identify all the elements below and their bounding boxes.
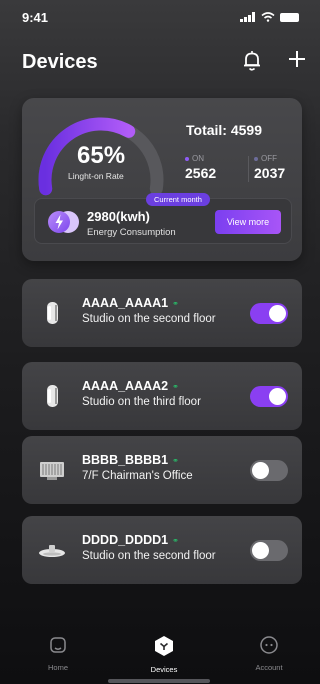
account-icon bbox=[260, 636, 278, 654]
device-name-row: AAAA_AAAA2 ⚭ bbox=[82, 379, 179, 393]
floodlight-icon bbox=[40, 462, 64, 480]
device-name-row: BBBB_BBBB1 ⚭ bbox=[82, 453, 179, 467]
device-location: Studio on the third floor bbox=[82, 396, 201, 408]
energy-value: 2980(kwh) bbox=[87, 209, 150, 224]
toggle-knob bbox=[252, 462, 269, 479]
battery-icon bbox=[280, 12, 299, 22]
off-value: 2037 bbox=[254, 165, 286, 181]
device-name: DDDD_DDDD1 bbox=[82, 533, 169, 547]
device-name-row: AAAA_AAAA1 ⚭ bbox=[82, 296, 179, 310]
toggle-knob bbox=[269, 305, 286, 322]
home-icon bbox=[50, 637, 66, 653]
device-card[interactable]: BBBB_BBBB1 ⚭ 7/F Chairman's Office bbox=[22, 436, 302, 504]
tab-bar: Home Devices Account bbox=[0, 625, 317, 684]
device-name: AAAA_AAAA1 bbox=[82, 296, 169, 310]
wifi-icon bbox=[261, 12, 275, 22]
off-stat: OFF 2037 bbox=[254, 154, 285, 181]
online-link-icon: ⚭ bbox=[172, 455, 179, 465]
add-icon[interactable] bbox=[286, 48, 308, 70]
device-power-toggle[interactable] bbox=[250, 303, 288, 324]
view-more-button[interactable]: View more bbox=[215, 210, 281, 234]
rate-label: Linght-on Rate bbox=[68, 171, 124, 181]
tab-home[interactable]: Home bbox=[28, 635, 88, 672]
on-dot-icon bbox=[185, 156, 189, 161]
on-stat: ON 2562 bbox=[185, 154, 216, 181]
tab-devices-label: Devices bbox=[150, 665, 178, 674]
tab-account-label: Account bbox=[255, 663, 283, 672]
device-power-toggle[interactable] bbox=[250, 460, 288, 481]
toggle-knob bbox=[252, 542, 269, 559]
device-power-toggle[interactable] bbox=[250, 540, 288, 561]
device-name: BBBB_BBBB1 bbox=[82, 453, 169, 467]
header: Devices bbox=[0, 46, 317, 80]
off-label: OFF bbox=[261, 154, 277, 163]
current-month-tag: Current month bbox=[146, 193, 210, 206]
device-location: Studio on the second floor bbox=[82, 550, 216, 562]
device-card[interactable]: AAAA_AAAA1 ⚭ Studio on the second floor bbox=[22, 279, 302, 347]
tab-home-label: Home bbox=[47, 663, 68, 672]
device-power-toggle[interactable] bbox=[250, 386, 288, 407]
status-icons bbox=[240, 12, 299, 22]
device-location: 7/F Chairman's Office bbox=[82, 470, 193, 482]
tab-account[interactable]: Account bbox=[239, 635, 299, 672]
online-link-icon: ⚭ bbox=[172, 381, 179, 391]
on-value: 2562 bbox=[185, 165, 217, 181]
device-card[interactable]: DDDD_DDDD1 ⚭ Studio on the second floor bbox=[22, 516, 302, 584]
bell-icon[interactable] bbox=[242, 50, 262, 72]
device-name: AAAA_AAAA2 bbox=[82, 379, 169, 393]
energy-label: Energy Consumption bbox=[87, 227, 176, 238]
home-indicator bbox=[108, 679, 210, 683]
overview-card: 65% Linght-on Rate Totail: 4599 ON 2562 … bbox=[22, 98, 302, 261]
devices-icon bbox=[155, 636, 173, 656]
lightning-icon bbox=[48, 211, 79, 233]
cylinder-lamp-icon bbox=[47, 302, 58, 324]
toggle-knob bbox=[269, 388, 286, 405]
tab-devices[interactable]: Devices bbox=[134, 635, 194, 674]
online-link-icon: ⚭ bbox=[172, 298, 179, 308]
highbay-lamp-icon bbox=[39, 545, 65, 557]
online-link-icon: ⚭ bbox=[172, 535, 179, 545]
device-name-row: DDDD_DDDD1 ⚭ bbox=[82, 533, 179, 547]
status-bar: 9:41 bbox=[0, 0, 317, 34]
rate-value: 65% bbox=[77, 142, 126, 169]
stat-divider bbox=[248, 156, 249, 182]
signal-icon bbox=[240, 12, 255, 22]
off-dot-icon bbox=[254, 156, 258, 161]
device-location: Studio on the second floor bbox=[82, 313, 216, 325]
status-time: 9:41 bbox=[22, 10, 49, 25]
page-title: Devices bbox=[22, 51, 98, 73]
on-label: ON bbox=[192, 154, 204, 163]
cylinder-lamp-icon bbox=[47, 385, 58, 407]
device-card[interactable]: AAAA_AAAA2 ⚭ Studio on the third floor bbox=[22, 362, 302, 430]
total-count: Totail: 4599 bbox=[186, 122, 262, 138]
